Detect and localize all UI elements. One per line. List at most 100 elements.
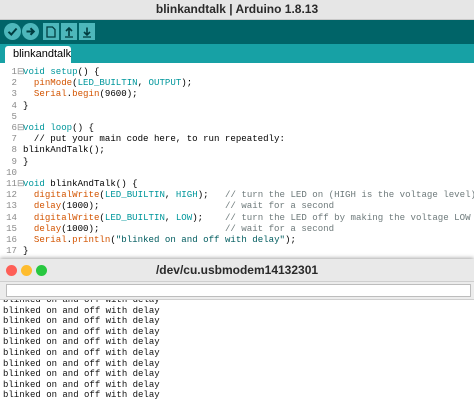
code-text: // put your main code here, to run repea… — [23, 133, 285, 144]
code-token: // put your main code here, to run repea… — [23, 133, 285, 145]
line-number: 4 — [11, 99, 17, 111]
line-number: 5 — [11, 110, 17, 122]
ide-toolbar — [0, 20, 474, 44]
code-token: , — [137, 77, 149, 89]
code-line[interactable]: 6⊟void loop() { — [0, 122, 94, 133]
line-number: 8 — [11, 144, 17, 156]
code-token: } — [23, 99, 29, 111]
code-token: void — [23, 178, 45, 189]
new-file-icon — [46, 25, 56, 38]
code-line[interactable]: 9} — [0, 155, 29, 167]
code-token: // turn the LED off by making the voltag… — [224, 211, 471, 223]
save-button[interactable] — [79, 23, 95, 40]
code-token: ); — [284, 234, 296, 245]
code-token: pinMode — [33, 77, 73, 89]
code-text: digitalWrite(LED_BUILTIN, LOW); // turn … — [23, 212, 471, 223]
checkmark-icon — [7, 27, 18, 36]
serial-send-input[interactable] — [6, 284, 471, 297]
code-text: void blinkAndTalk() { — [23, 178, 138, 189]
serial-output-area[interactable]: blinked on and off with delay blinked on … — [0, 299, 474, 403]
code-text: pinMode(LED_BUILTIN, OUTPUT); — [23, 77, 192, 88]
serial-output-line: blinked on and off with delay — [3, 305, 160, 316]
new-button[interactable] — [43, 23, 59, 40]
code-token: () { — [77, 66, 100, 77]
open-up-arrow-icon — [65, 26, 73, 38]
right-arrow-icon — [26, 27, 36, 36]
line-number: 7 — [11, 133, 17, 145]
code-token: blinkAndTalk(); — [23, 144, 105, 156]
code-token: digitalWrite — [33, 189, 100, 201]
code-token: ); — [181, 77, 193, 89]
code-token: (1000); — [61, 222, 225, 234]
serial-input-bar — [0, 282, 474, 299]
serial-output-line: blinked on and off with delay — [3, 316, 160, 327]
save-down-arrow-icon — [83, 27, 91, 38]
code-line[interactable]: 2 pinMode(LED_BUILTIN, OUTPUT); — [0, 77, 193, 89]
code-line[interactable]: 1⊟void setup() { — [0, 66, 100, 77]
code-line[interactable]: 5 — [0, 111, 23, 122]
code-line[interactable]: 15 delay(1000); // wait for a second — [0, 223, 334, 234]
ide-titlebar: blinkandtalk | Arduino 1.8.13 — [0, 0, 474, 20]
serial-titlebar: /dev/cu.usbmodem14132301 — [0, 259, 474, 282]
code-token: // turn the LED on (HIGH is the voltage … — [224, 189, 474, 201]
code-token: // wait for a second — [224, 222, 335, 234]
code-text: } — [23, 100, 28, 111]
code-line[interactable]: 16 Serial.println("blinked on and off wi… — [0, 234, 296, 245]
code-token: HIGH — [175, 189, 198, 201]
window-title: blinkandtalk | Arduino 1.8.13 — [155, 2, 319, 16]
code-line[interactable]: 4} — [0, 99, 29, 111]
tab-blinkandtalk[interactable]: blinkandtalk — [5, 46, 71, 63]
code-token: delay — [33, 222, 62, 234]
code-line[interactable]: 13 delay(1000); // wait for a second — [0, 200, 334, 211]
arduino-ide-window: blinkandtalk | Arduino 1.8.13 blinkandta… — [0, 0, 474, 262]
code-token: void — [23, 122, 45, 133]
code-line[interactable]: 7 // put your main code here, to run rep… — [0, 133, 285, 144]
line-number: 1 — [11, 66, 17, 77]
open-button[interactable] — [61, 23, 77, 40]
line-number: 9 — [11, 155, 17, 167]
code-token: , — [164, 189, 176, 201]
code-text: Serial.begin(9600); — [23, 88, 138, 99]
code-line[interactable]: 12 digitalWrite(LED_BUILTIN, HIGH); // t… — [0, 189, 474, 200]
code-token: (1000); — [61, 200, 225, 212]
code-text: void setup() { — [23, 66, 99, 77]
code-token: digitalWrite — [33, 211, 100, 223]
code-editor[interactable]: 1⊟void setup() {2 pinMode(LED_BUILTIN, O… — [0, 63, 474, 262]
code-line[interactable]: 8 blinkAndTalk(); — [0, 144, 105, 155]
code-token: } — [23, 155, 29, 167]
code-token: (9600); — [99, 88, 138, 100]
code-token: () { — [72, 122, 94, 133]
code-line[interactable]: 3 Serial.begin(9600); — [0, 88, 138, 99]
code-token: } — [23, 245, 29, 257]
code-text: digitalWrite(LED_BUILTIN, HIGH); // turn… — [23, 189, 474, 200]
line-number: 6 — [11, 122, 17, 133]
code-token: begin — [72, 88, 100, 100]
line-number: 11 — [6, 178, 17, 189]
code-text: void loop() { — [23, 122, 94, 133]
line-number: 16 — [6, 234, 17, 245]
serial-output-line: blinked on and off with delay — [3, 337, 160, 348]
code-line[interactable]: 11⊟void blinkAndTalk() { — [0, 178, 138, 189]
serial-output-line: blinked on and off with delay — [3, 348, 160, 358]
code-line[interactable]: 17} — [0, 245, 28, 256]
upload-button[interactable] — [22, 23, 39, 40]
code-token: void — [23, 66, 45, 77]
code-token: blinkAndTalk() { — [44, 178, 138, 189]
code-line[interactable]: 14 digitalWrite(LED_BUILTIN, LOW); // tu… — [0, 212, 471, 223]
code-token: LED_BUILTIN — [104, 211, 165, 223]
serial-monitor-window: /dev/cu.usbmodem14132301 blinked on and … — [0, 259, 474, 403]
code-token: LOW — [175, 211, 193, 223]
serial-port-title: /dev/cu.usbmodem14132301 — [155, 263, 319, 277]
code-token: ); — [192, 211, 225, 223]
code-token: LED_BUILTIN — [77, 77, 138, 89]
line-number: 2 — [11, 77, 17, 89]
line-number: 3 — [11, 88, 17, 100]
code-token: Serial — [33, 234, 67, 245]
code-line[interactable]: 10 — [0, 167, 23, 178]
code-text: blinkAndTalk(); — [23, 144, 105, 155]
verify-button[interactable] — [4, 23, 21, 40]
